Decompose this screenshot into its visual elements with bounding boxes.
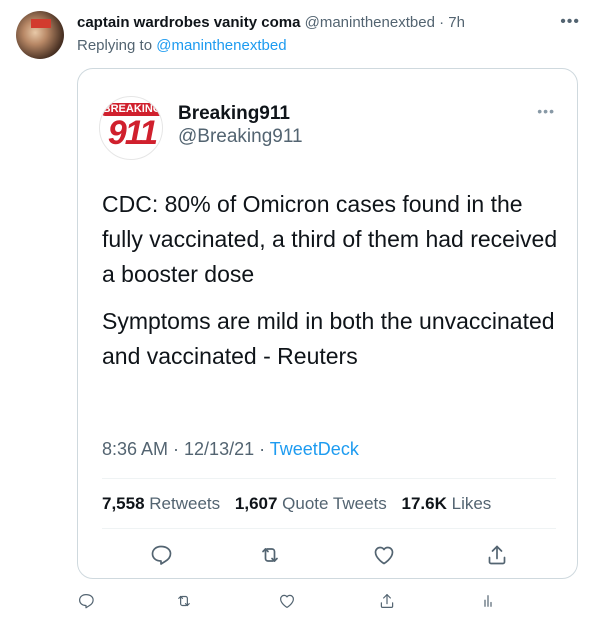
replying-to: Replying to @maninthenextbed	[77, 37, 287, 54]
avatar-logo-number: 911	[107, 114, 158, 152]
divider	[102, 478, 556, 479]
tweet-metadata: 8:36 AM · 12/13/21 · TweetDeck	[102, 439, 359, 460]
like-icon[interactable]	[278, 592, 296, 610]
separator-dot: ·	[439, 14, 445, 31]
user-handle[interactable]: @maninthenextbed	[305, 14, 435, 31]
retweets-label: Retweets	[149, 494, 221, 513]
quoted-display-name[interactable]: Breaking911	[178, 103, 290, 125]
more-icon[interactable]: •••	[537, 103, 555, 119]
reply-tweet: captain wardrobes vanity coma @maninthen…	[0, 0, 598, 624]
avatar-sticker	[31, 19, 51, 28]
avatar[interactable]	[16, 11, 64, 59]
reply-icon[interactable]	[149, 543, 173, 567]
tweet-paragraph: CDC: 80% of Omicron cases found in the f…	[102, 191, 558, 287]
share-icon[interactable]	[378, 592, 396, 610]
reply-action-bar	[0, 592, 598, 612]
tweet-time[interactable]: 7h	[448, 14, 465, 31]
replying-prefix: Replying to	[77, 37, 153, 54]
embedded-tweet-card[interactable]: BREAKING 911 Breaking911 @Breaking911 ••…	[77, 68, 578, 579]
tweet-paragraph: Symptoms are mild in both the unvaccinat…	[102, 308, 555, 369]
likes-stat[interactable]: 17.6K Likes	[402, 494, 492, 513]
share-icon[interactable]	[485, 543, 509, 567]
more-icon[interactable]: •••	[560, 13, 580, 31]
tweet-source-link[interactable]: TweetDeck	[270, 439, 359, 459]
like-icon[interactable]	[372, 543, 396, 567]
divider	[102, 528, 556, 529]
tweet-header: captain wardrobes vanity coma @maninthen…	[77, 14, 465, 31]
likes-label: Likes	[451, 494, 492, 513]
quoted-tweet-text: CDC: 80% of Omicron cases found in the f…	[102, 187, 562, 374]
engagement-stats: 7,558 Retweets 1,607 Quote Tweets 17.6K …	[102, 494, 501, 514]
likes-count: 17.6K	[401, 494, 447, 513]
reply-icon[interactable]	[77, 592, 95, 610]
analytics-icon[interactable]	[479, 592, 497, 610]
retweets-count: 7,558	[102, 494, 145, 513]
quote-tweets-stat[interactable]: 1,607 Quote Tweets	[235, 494, 392, 513]
quoted-action-bar	[78, 543, 579, 567]
retweet-icon[interactable]	[258, 543, 282, 567]
replying-mention-link[interactable]: @maninthenextbed	[156, 37, 286, 54]
quoted-avatar[interactable]: BREAKING 911	[99, 96, 163, 160]
retweets-stat[interactable]: 7,558 Retweets	[102, 494, 225, 513]
quote-tweets-label: Quote Tweets	[282, 494, 387, 513]
retweet-icon[interactable]	[175, 592, 193, 610]
tweet-timestamp[interactable]: 8:36 AM · 12/13/21 ·	[102, 439, 270, 459]
quoted-user-handle[interactable]: @Breaking911	[178, 126, 303, 148]
quote-tweets-count: 1,607	[234, 494, 278, 513]
display-name[interactable]: captain wardrobes vanity coma	[77, 14, 300, 31]
